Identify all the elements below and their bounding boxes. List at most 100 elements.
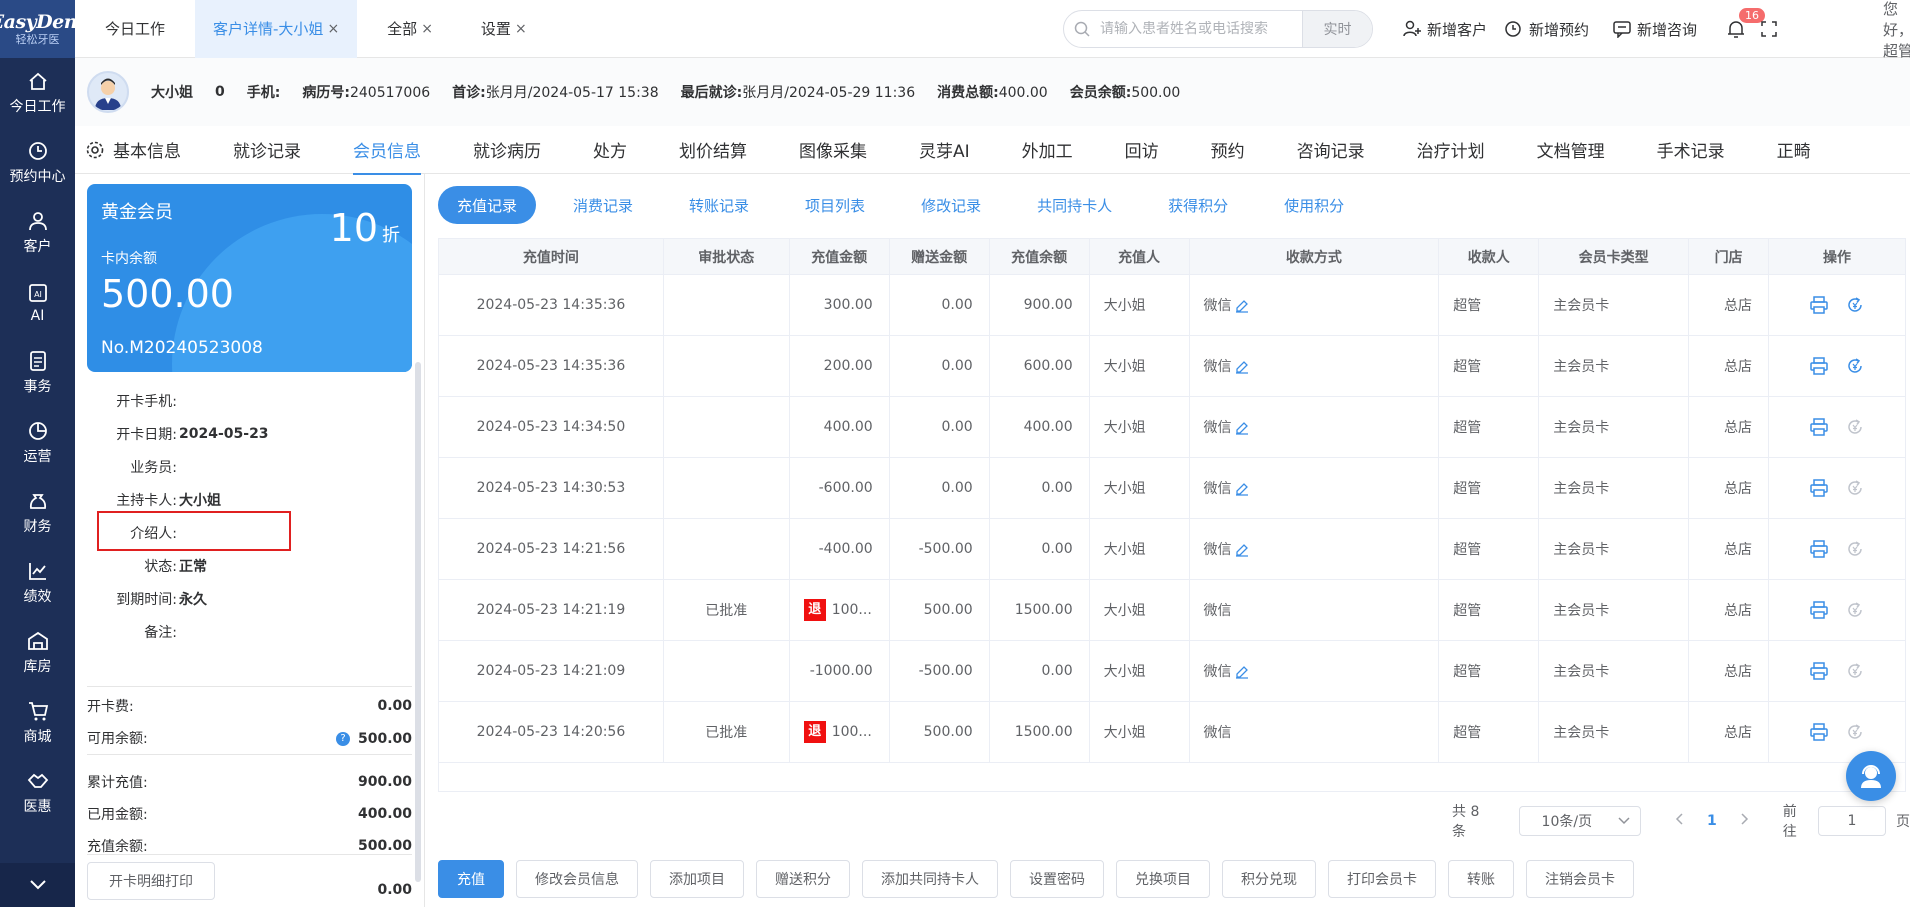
tab-main-5[interactable]: 划价结算	[653, 126, 773, 174]
tab-sub-5[interactable]: 共同持卡人	[1018, 186, 1131, 224]
edit-icon[interactable]	[1235, 421, 1249, 435]
table-row[interactable]: 2024-05-23 14:34:50 400.00 0.00 400.00 大小姐 微信…	[438, 396, 1906, 458]
tab-main-15[interactable]: 正畸	[1751, 126, 1837, 174]
close-icon[interactable]: ×	[421, 21, 433, 37]
action-button-9[interactable]: 转账	[1448, 860, 1514, 898]
page-size-select[interactable]: 10条/页	[1518, 806, 1642, 836]
refund-icon[interactable]	[1846, 418, 1864, 436]
refund-icon[interactable]	[1846, 601, 1864, 619]
table-row[interactable]: 2024-05-23 14:21:19 已批准退 100... 500.00 1500.…	[438, 579, 1906, 641]
card-detail-print-button[interactable]: 开卡明细打印	[87, 862, 215, 900]
sidebar-collapse-button[interactable]	[0, 863, 75, 907]
tab-today-work[interactable]: 今日工作	[75, 0, 195, 58]
tab-sub-7[interactable]: 使用积分	[1265, 186, 1363, 224]
table-row[interactable]: 2024-05-23 14:21:56 -400.00 -500.00 0.00 大小姐…	[438, 518, 1906, 580]
tab-main-4[interactable]: 处方	[567, 126, 653, 174]
sidebar-item-handshake[interactable]: 医惠	[0, 758, 75, 828]
edit-icon[interactable]	[1235, 360, 1249, 374]
tab-all[interactable]: 全部 ×	[357, 0, 451, 58]
print-icon[interactable]	[1810, 601, 1828, 619]
sidebar-item-calendar-clock[interactable]: 预约中心	[0, 128, 75, 198]
tab-sub-3[interactable]: 项目列表	[786, 186, 884, 224]
tab-sub-6[interactable]: 获得积分	[1149, 186, 1247, 224]
print-icon[interactable]	[1810, 418, 1828, 436]
close-icon[interactable]: ×	[327, 21, 339, 37]
refund-icon[interactable]	[1846, 723, 1864, 741]
page-number-current[interactable]: 1	[1707, 813, 1717, 829]
print-icon[interactable]	[1810, 662, 1828, 680]
refund-icon[interactable]	[1846, 357, 1864, 375]
sidebar-item-trend-chart[interactable]: 绩效	[0, 548, 75, 618]
table-row[interactable]: 2024-05-23 14:35:36 300.00 0.00 900.00 大小姐 微信…	[438, 274, 1906, 336]
sidebar-item-user[interactable]: 客户	[0, 198, 75, 268]
tab-main-8[interactable]: 外加工	[996, 126, 1099, 174]
action-button-6[interactable]: 兑换项目	[1116, 860, 1210, 898]
tab-main-2[interactable]: 会员信息	[327, 126, 447, 175]
sidebar-item-cart[interactable]: 商城	[0, 688, 75, 758]
print-icon[interactable]	[1810, 357, 1828, 375]
action-button-7[interactable]: 积分兑现	[1222, 860, 1316, 898]
next-page-button[interactable]	[1741, 813, 1749, 829]
edit-icon[interactable]	[1235, 543, 1249, 557]
sidebar-item-pie-chart[interactable]: 运营	[0, 408, 75, 478]
search-mode-button[interactable]: 实时	[1302, 11, 1372, 47]
refund-icon[interactable]	[1846, 540, 1864, 558]
action-button-3[interactable]: 赠送积分	[756, 860, 850, 898]
sidebar-item-ai-chip[interactable]: AI AI	[0, 268, 75, 338]
table-row[interactable]: 2024-05-23 14:30:53 -600.00 0.00 0.00 大小姐 微信超…	[438, 457, 1906, 519]
prev-page-button[interactable]	[1675, 813, 1683, 829]
help-icon[interactable]: ?	[335, 731, 350, 746]
tab-main-10[interactable]: 预约	[1185, 126, 1271, 174]
new-appointment-button[interactable]: 新增预约	[1505, 0, 1589, 58]
print-icon[interactable]	[1810, 723, 1828, 741]
search-input[interactable]	[1100, 21, 1302, 37]
table-row[interactable]: 2024-05-23 14:20:56 已批准退 100... 500.00 1500.…	[438, 701, 1906, 763]
goto-page-input[interactable]	[1818, 806, 1886, 836]
tab-sub-4[interactable]: 修改记录	[902, 186, 1000, 224]
print-icon[interactable]	[1810, 479, 1828, 497]
action-button-4[interactable]: 添加共同持卡人	[862, 860, 998, 898]
action-button-10[interactable]: 注销会员卡	[1526, 860, 1634, 898]
tab-main-7[interactable]: 灵芽AI	[893, 126, 996, 174]
edit-icon[interactable]	[1235, 482, 1249, 496]
tab-main-14[interactable]: 手术记录	[1631, 126, 1751, 174]
tab-main-11[interactable]: 咨询记录	[1271, 126, 1391, 174]
tab-main-12[interactable]: 治疗计划	[1391, 126, 1511, 174]
action-button-0[interactable]: 充值	[438, 860, 504, 898]
tab-customer-detail[interactable]: 客户详情-大小姐 ×	[195, 0, 358, 58]
fullscreen-button[interactable]	[1761, 0, 1783, 58]
close-icon[interactable]: ×	[515, 21, 527, 37]
print-icon[interactable]	[1810, 296, 1828, 314]
refund-icon[interactable]	[1846, 296, 1864, 314]
user-menu[interactable]: 您好，超管	[1883, 0, 1910, 60]
refund-icon[interactable]	[1846, 662, 1864, 680]
notification-button[interactable]: 16	[1727, 0, 1765, 58]
action-button-8[interactable]: 打印会员卡	[1328, 860, 1436, 898]
tab-settings[interactable]: 设置 ×	[451, 0, 545, 58]
tab-main-3[interactable]: 就诊病历	[447, 126, 567, 174]
table-row[interactable]: 2024-05-23 14:21:09 -1000.00 -500.00 0.00 大小…	[438, 640, 1906, 702]
panel-scrollbar[interactable]	[415, 362, 421, 882]
tab-sub-2[interactable]: 转账记录	[670, 186, 768, 224]
sidebar-item-home[interactable]: 今日工作	[0, 58, 75, 128]
tab-main-1[interactable]: 就诊记录	[207, 126, 327, 174]
edit-icon[interactable]	[1235, 665, 1249, 679]
action-button-1[interactable]: 修改会员信息	[516, 860, 638, 898]
new-consult-button[interactable]: 新增咨询	[1613, 0, 1697, 58]
tab-main-9[interactable]: 回访	[1099, 126, 1185, 174]
action-button-2[interactable]: 添加项目	[650, 860, 744, 898]
tab-main-13[interactable]: 文档管理	[1511, 126, 1631, 174]
tab-main-6[interactable]: 图像采集	[773, 126, 893, 174]
sidebar-item-money-bag[interactable]: 财务	[0, 478, 75, 548]
sidebar-item-warehouse[interactable]: 库房	[0, 618, 75, 688]
tab-sub-0[interactable]: 充值记录	[438, 186, 537, 224]
print-icon[interactable]	[1810, 540, 1828, 558]
customer-service-button[interactable]	[1846, 751, 1896, 801]
sidebar-item-task-list[interactable]: 事务	[0, 338, 75, 408]
refund-icon[interactable]	[1846, 479, 1864, 497]
action-button-5[interactable]: 设置密码	[1010, 860, 1104, 898]
table-row[interactable]: 2024-05-23 14:35:36 200.00 0.00 600.00 大小姐 微信…	[438, 335, 1906, 397]
new-customer-button[interactable]: 新增客户	[1403, 0, 1487, 58]
tab-main-0[interactable]: 基本信息	[87, 126, 207, 174]
tab-sub-1[interactable]: 消费记录	[554, 186, 652, 224]
